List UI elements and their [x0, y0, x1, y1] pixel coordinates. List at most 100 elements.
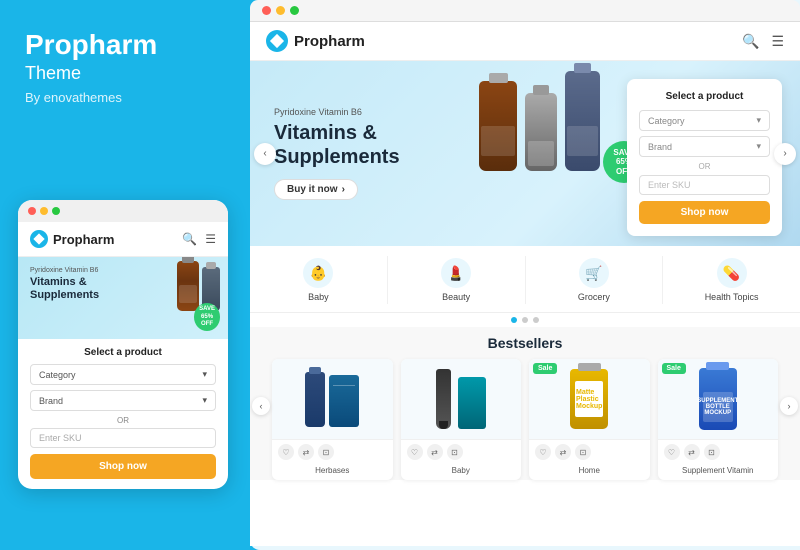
- side-card-title: Select a product: [639, 91, 770, 102]
- cart-btn-baby[interactable]: ⊡: [447, 444, 463, 460]
- brand-subtitle: Theme: [25, 63, 220, 84]
- compare-btn-herbases[interactable]: ⇄: [298, 444, 314, 460]
- products-row: ♡ ⇄ ⊡ Herbases: [250, 359, 800, 480]
- yellow-label: MattePlasticMockup: [575, 381, 603, 417]
- mobile-nav: Propharm 🔍 ☰: [18, 222, 228, 257]
- grocery-icon: 🛒: [579, 258, 609, 288]
- bestsellers-section: Bestsellers ‹: [250, 327, 800, 480]
- product-actions-supplement: ♡ ⇄ ⊡: [658, 439, 779, 464]
- product-card-home: Sale MattePlasticMockup ♡ ⇄ ⊡ Home: [529, 359, 650, 480]
- mobile-category-label: Category: [39, 370, 76, 380]
- dot-red: [28, 207, 36, 215]
- cart-btn-home[interactable]: ⊡: [575, 444, 591, 460]
- mobile-logo: Propharm: [30, 230, 114, 248]
- product-img-supplement: Sale SUPPLEMENTBOTTLEMOCKUP: [658, 359, 779, 439]
- hero-bottle-3: [565, 71, 600, 171]
- desktop-hero: Pyridoxine Vitamin B6 Vitamins &Suppleme…: [250, 61, 800, 246]
- hero-buy-arrow: ›: [342, 184, 345, 195]
- beauty-label: Beauty: [442, 292, 470, 302]
- hero-buy-button[interactable]: Buy it now ›: [274, 179, 358, 200]
- mobile-brand-select[interactable]: Brand ▾: [30, 390, 216, 411]
- hero-side-card: Select a product Category ▾ Brand ▾ OR E…: [627, 79, 782, 236]
- desktop-brand-label: Brand: [648, 142, 672, 152]
- dot-2[interactable]: [522, 317, 528, 323]
- compare-btn-baby[interactable]: ⇄: [427, 444, 443, 460]
- wishlist-btn-baby[interactable]: ♡: [407, 444, 423, 460]
- dot-yellow: [40, 207, 48, 215]
- product-img-baby: [401, 359, 522, 439]
- prod-bottle-herbases: [305, 372, 325, 427]
- hero-bottles: [479, 71, 600, 171]
- grocery-label: Grocery: [578, 292, 610, 302]
- category-beauty[interactable]: 💄 Beauty: [388, 256, 526, 304]
- mobile-logo-icon: [30, 230, 48, 248]
- mobile-save-badge: SAVE65%OFF: [194, 303, 220, 331]
- product-name-supplement: Supplement Vitamin: [658, 464, 779, 480]
- left-panel: Propharm Theme By enovathemes Propharm 🔍…: [0, 0, 245, 550]
- wishlist-btn-herbases[interactable]: ♡: [278, 444, 294, 460]
- mobile-logo-text: Propharm: [53, 232, 114, 247]
- mobile-category-select[interactable]: Category ▾: [30, 364, 216, 385]
- bottle-label-3: [567, 126, 598, 156]
- bottle-label-1: [481, 126, 515, 156]
- desktop-logo: Propharm: [266, 30, 365, 52]
- compare-btn-supplement[interactable]: ⇄: [684, 444, 700, 460]
- prod-box-herbases: [329, 375, 359, 427]
- mobile-brand-label: Brand: [39, 396, 63, 406]
- hero-bottle-2: [525, 93, 557, 171]
- dot-1[interactable]: [511, 317, 517, 323]
- hero-prev-button[interactable]: ‹: [254, 143, 276, 165]
- desktop-category-select[interactable]: Category ▾: [639, 110, 770, 131]
- desktop-search-icon[interactable]: 🔍: [742, 33, 759, 50]
- health-label: Health Topics: [705, 292, 759, 302]
- wishlist-btn-home[interactable]: ♡: [535, 444, 551, 460]
- dot-green: [52, 207, 60, 215]
- cart-btn-supplement[interactable]: ⊡: [704, 444, 720, 460]
- mobile-search-icon[interactable]: 🔍: [182, 232, 197, 246]
- desktop-brand-chevron: ▾: [756, 141, 761, 152]
- category-health[interactable]: 💊 Health Topics: [663, 256, 800, 304]
- mobile-select-title: Select a product: [30, 347, 216, 358]
- wishlist-btn-supplement[interactable]: ♡: [664, 444, 680, 460]
- category-grocery[interactable]: 🛒 Grocery: [526, 256, 664, 304]
- mobile-sku-placeholder: Enter SKU: [39, 433, 82, 443]
- mobile-shop-button[interactable]: Shop now: [30, 454, 216, 479]
- browser-dot-yellow: [276, 6, 285, 15]
- desktop-logo-text: Propharm: [294, 33, 365, 50]
- logo-diamond: [270, 34, 284, 48]
- prod-box-baby: [458, 377, 486, 429]
- product-actions-home: ♡ ⇄ ⊡: [529, 439, 650, 464]
- mobile-brand-chevron: ▾: [202, 395, 207, 406]
- product-card-herbases: ♡ ⇄ ⊡ Herbases: [272, 359, 393, 480]
- by-line: By enovathemes: [25, 90, 220, 105]
- dot-3[interactable]: [533, 317, 539, 323]
- prod-bottle-supplement: SUPPLEMENTBOTTLEMOCKUP: [699, 368, 737, 430]
- category-baby[interactable]: 👶 Baby: [250, 256, 388, 304]
- mobile-hero: Pyridoxine Vitamin B6 Vitamins &Suppleme…: [18, 257, 228, 339]
- desktop-brand-select[interactable]: Brand ▾: [639, 136, 770, 157]
- mobile-sku-input[interactable]: Enter SKU: [30, 428, 216, 448]
- desktop-sku-input[interactable]: Enter SKU: [639, 175, 770, 195]
- browser-dot-green: [290, 6, 299, 15]
- mobile-menu-icon[interactable]: ☰: [205, 232, 216, 246]
- desktop-menu-icon[interactable]: ☰: [771, 33, 784, 50]
- product-actions-baby: ♡ ⇄ ⊡: [401, 439, 522, 464]
- products-next-button[interactable]: ›: [780, 397, 798, 415]
- mobile-mockup: Propharm 🔍 ☰ Pyridoxine Vitamin B6 Vitam…: [18, 200, 228, 489]
- beauty-icon: 💄: [441, 258, 471, 288]
- health-icon: 💊: [717, 258, 747, 288]
- desktop-sku-placeholder: Enter SKU: [648, 180, 691, 190]
- cart-btn-herbases[interactable]: ⊡: [318, 444, 334, 460]
- right-panel: Propharm 🔍 ☰ Pyridoxine Vitamin B6 Vitam…: [250, 0, 800, 550]
- mobile-bottles: [177, 261, 220, 311]
- compare-btn-home[interactable]: ⇄: [555, 444, 571, 460]
- mobile-or-text: OR: [30, 416, 216, 425]
- product-name-herbases: Herbases: [272, 464, 393, 480]
- product-name-baby: Baby: [401, 464, 522, 480]
- bottle-1: [177, 261, 199, 311]
- sale-badge-home: Sale: [533, 363, 557, 374]
- desktop-shop-button[interactable]: Shop now: [639, 201, 770, 224]
- hero-next-button[interactable]: ›: [774, 143, 796, 165]
- products-prev-button[interactable]: ‹: [252, 397, 270, 415]
- product-img-herbases: [272, 359, 393, 439]
